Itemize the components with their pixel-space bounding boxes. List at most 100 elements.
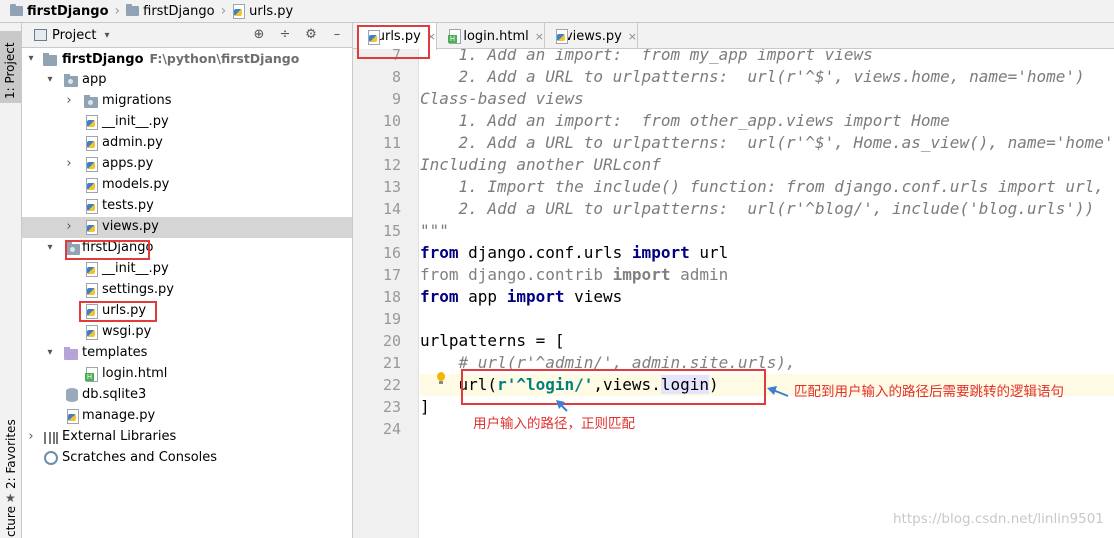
tree-item-wsgi[interactable]: wsgi.py <box>22 322 352 343</box>
lightbulb-icon[interactable] <box>435 372 447 386</box>
line-number: 10 <box>382 112 401 130</box>
line-number: 13 <box>382 178 401 196</box>
python-file-icon <box>85 136 98 154</box>
highlight-box-url-pattern <box>461 369 766 405</box>
tree-item-tests[interactable]: tests.py <box>22 196 352 217</box>
breadcrumb-item-project[interactable]: firstDjango <box>10 4 109 19</box>
python-file-icon <box>85 199 98 217</box>
python-file-icon <box>85 115 98 133</box>
python-file-icon <box>85 220 98 238</box>
python-file-icon <box>85 325 98 343</box>
tab-views-py[interactable]: views.py × <box>547 23 638 49</box>
close-icon[interactable]: × <box>535 30 544 43</box>
highlight-box-urls-file <box>79 301 157 322</box>
chevron-down-icon[interactable]: ▾ <box>44 347 56 359</box>
collapse-all-icon[interactable]: ÷ <box>276 26 294 44</box>
python-file-icon <box>555 29 568 44</box>
breadcrumb-item-package[interactable]: firstDjango <box>126 4 215 19</box>
code-token: 2. Add a URL to urlpatterns: url(r'^$', … <box>420 133 1114 152</box>
code-token: import <box>612 265 671 284</box>
tree-item-templates[interactable]: ▾ templates <box>22 343 352 364</box>
tree-item-models[interactable]: models.py <box>22 175 352 196</box>
tree-item-label: db.sqlite3 <box>82 387 147 402</box>
python-file-icon <box>85 178 98 196</box>
tree-item-label: tests.py <box>102 198 154 213</box>
code-line: """ <box>420 220 1114 242</box>
project-tool-tab[interactable]: 1: Project <box>0 31 21 103</box>
tree-item-scratches[interactable]: Scratches and Consoles <box>22 448 352 469</box>
tree-item-external-libraries[interactable]: › External Libraries <box>22 427 352 448</box>
code-line: 1. Import the include() function: from d… <box>420 176 1114 198</box>
chevron-down-icon[interactable]: ▾ <box>44 74 56 86</box>
code-line: Class-based views <box>420 88 1114 110</box>
tree-item-manage[interactable]: manage.py <box>22 406 352 427</box>
line-number: 15 <box>382 222 401 240</box>
chevron-down-icon[interactable]: ▾ <box>25 53 37 65</box>
code-line: Including another URLconf <box>420 154 1114 176</box>
tree-item-apps[interactable]: › apps.py <box>22 154 352 175</box>
tree-item-login-html[interactable]: login.html <box>22 364 352 385</box>
code-token: from django.contrib <box>420 265 613 284</box>
line-number: 12 <box>382 156 401 174</box>
chevron-down-icon[interactable]: ▾ <box>44 242 56 254</box>
breadcrumb-separator: › <box>114 3 121 19</box>
tree-item-label: admin.py <box>102 135 163 150</box>
python-file-icon <box>85 283 98 301</box>
chevron-down-icon[interactable]: ▾ <box>104 30 109 41</box>
line-number: 24 <box>382 420 401 438</box>
project-view-selector[interactable]: Project <box>52 28 96 43</box>
code-token: 2. Add a URL to urlpatterns: url(r'^blog… <box>420 199 1095 218</box>
tree-item-package-init[interactable]: __init__.py <box>22 259 352 280</box>
code-area[interactable]: 1. Add an import: from my_app import vie… <box>420 49 1114 538</box>
favorites-tool-tab[interactable]: 2: Favorites ★ <box>0 411 21 507</box>
locate-icon[interactable]: ⊕ <box>250 26 268 44</box>
tab-login-html[interactable]: login.html × <box>440 23 545 49</box>
code-line: from django.contrib import admin <box>420 264 1114 286</box>
python-file-icon <box>66 409 79 427</box>
close-icon[interactable]: × <box>628 30 637 43</box>
tree-item-label: apps.py <box>102 156 154 171</box>
tree-item-label: wsgi.py <box>102 324 152 339</box>
line-number: 22 <box>382 376 401 394</box>
line-number: 19 <box>382 310 401 328</box>
html-file-icon <box>85 367 98 385</box>
code-token: url <box>689 243 729 262</box>
code-line: 2. Add a URL to urlpatterns: url(r'^$', … <box>420 132 1114 154</box>
tree-item-app[interactable]: ▾ app <box>22 70 352 91</box>
chevron-right-icon[interactable]: › <box>63 94 75 107</box>
tree-item-label: models.py <box>102 177 170 192</box>
hide-panel-icon[interactable]: – <box>328 26 346 44</box>
breadcrumb-item-file[interactable]: urls.py <box>232 4 293 19</box>
code-line: from django.conf.urls import url <box>420 242 1114 264</box>
tree-item-urls[interactable]: urls.py <box>22 301 352 322</box>
structure-tool-tab[interactable]: cture <box>0 503 21 538</box>
scratches-icon <box>44 451 58 469</box>
tree-item-label: Scratches and Consoles <box>62 450 218 465</box>
code-line: from app import views <box>420 286 1114 308</box>
tree-item-label: login.html <box>102 366 168 381</box>
code-token: from <box>420 287 459 306</box>
code-token: views <box>564 287 623 306</box>
tree-item-firstdjango-root[interactable]: ▾ firstDjango F:\python\firstDjango <box>22 49 352 70</box>
tree-item-views[interactable]: › views.py <box>22 217 352 238</box>
tree-item-settings[interactable]: settings.py <box>22 280 352 301</box>
watermark: https://blog.csdn.net/linlin9501 <box>893 511 1104 527</box>
folder-icon <box>126 4 140 16</box>
tree-item-app-init[interactable]: __init__.py <box>22 112 352 133</box>
tree-item-admin[interactable]: admin.py <box>22 133 352 154</box>
chevron-right-icon[interactable]: › <box>25 430 37 443</box>
chevron-right-icon[interactable]: › <box>63 220 75 233</box>
line-number: 18 <box>382 288 401 306</box>
code-token: """ <box>420 221 449 240</box>
annotation-logic-note: 匹配到用户输入的路径后需要跳转的逻辑语句 <box>794 384 1064 400</box>
code-token: admin <box>670 265 729 284</box>
chevron-right-icon[interactable]: › <box>63 157 75 170</box>
gear-icon[interactable]: ⚙ <box>302 26 320 44</box>
code-token: app <box>458 287 507 306</box>
code-token: from <box>420 243 459 262</box>
code-token: 1. Add an import: from my_app import vie… <box>420 49 873 64</box>
package-folder-icon <box>84 94 98 112</box>
tree-item-db[interactable]: db.sqlite3 <box>22 385 352 406</box>
tree-item-migrations[interactable]: › migrations <box>22 91 352 112</box>
